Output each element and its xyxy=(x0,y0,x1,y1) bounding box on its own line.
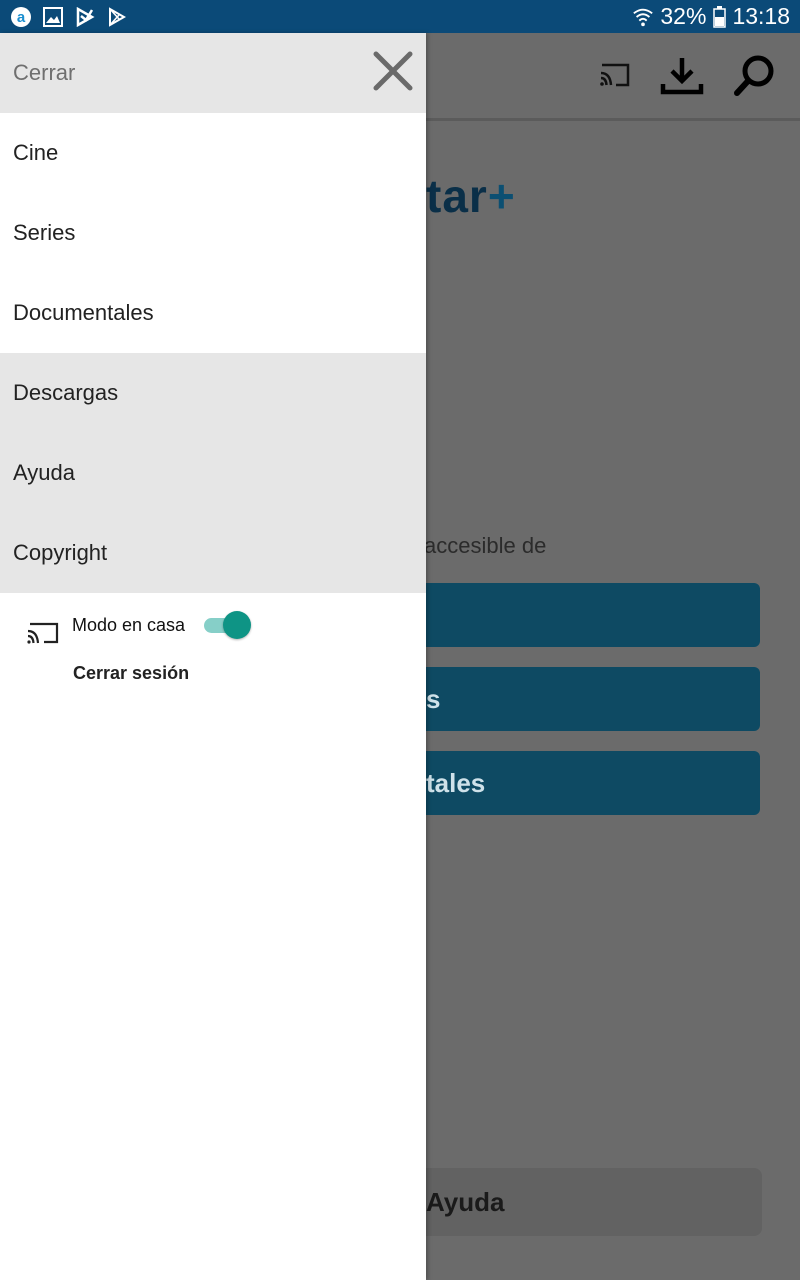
search-icon[interactable] xyxy=(732,53,776,102)
clock: 13:18 xyxy=(732,3,790,29)
wifi-icon xyxy=(632,6,654,28)
bg-help-button[interactable]: Ayuda xyxy=(396,1168,762,1236)
gallery-icon xyxy=(42,6,64,28)
download-icon[interactable] xyxy=(660,54,704,101)
menu-item-documentales[interactable]: Documentales xyxy=(0,273,426,353)
home-mode-toggle[interactable] xyxy=(202,611,252,639)
svg-text:a: a xyxy=(17,9,26,26)
drawer-close-row[interactable]: Cerrar xyxy=(0,33,426,113)
home-mode-label: Modo en casa xyxy=(72,615,186,635)
home-mode-row: Modo en casa xyxy=(0,593,426,663)
status-bar: a 32% 13:18 xyxy=(0,0,800,33)
close-icon[interactable] xyxy=(372,50,414,97)
menu-item-descargas[interactable]: Descargas xyxy=(0,353,426,433)
toggle-knob xyxy=(223,611,251,639)
battery-icon xyxy=(712,5,726,28)
menu-item-copyright[interactable]: Copyright xyxy=(0,513,426,593)
play-store-icon xyxy=(106,6,128,28)
close-label: Cerrar xyxy=(13,60,76,85)
logout-link[interactable]: Cerrar sesión xyxy=(73,663,189,684)
bg-button-series[interactable]: s xyxy=(396,667,760,731)
amazon-app-icon: a xyxy=(10,6,32,28)
bg-button-documentales[interactable]: tales xyxy=(396,751,760,815)
klarna-icon xyxy=(74,6,96,28)
bg-button-cine[interactable] xyxy=(396,583,760,647)
menu-item-series[interactable]: Series xyxy=(0,193,426,273)
cast-icon xyxy=(26,621,60,650)
battery-percent: 32% xyxy=(660,3,707,29)
app-logo: tar+ xyxy=(426,170,516,222)
navigation-drawer: Cerrar Cine Series Documentales Descarga… xyxy=(0,33,426,1280)
menu-item-cine[interactable]: Cine xyxy=(0,113,426,193)
cast-icon[interactable] xyxy=(598,61,632,94)
menu-item-ayuda[interactable]: Ayuda xyxy=(0,433,426,513)
bg-description: accesible de xyxy=(424,533,547,558)
